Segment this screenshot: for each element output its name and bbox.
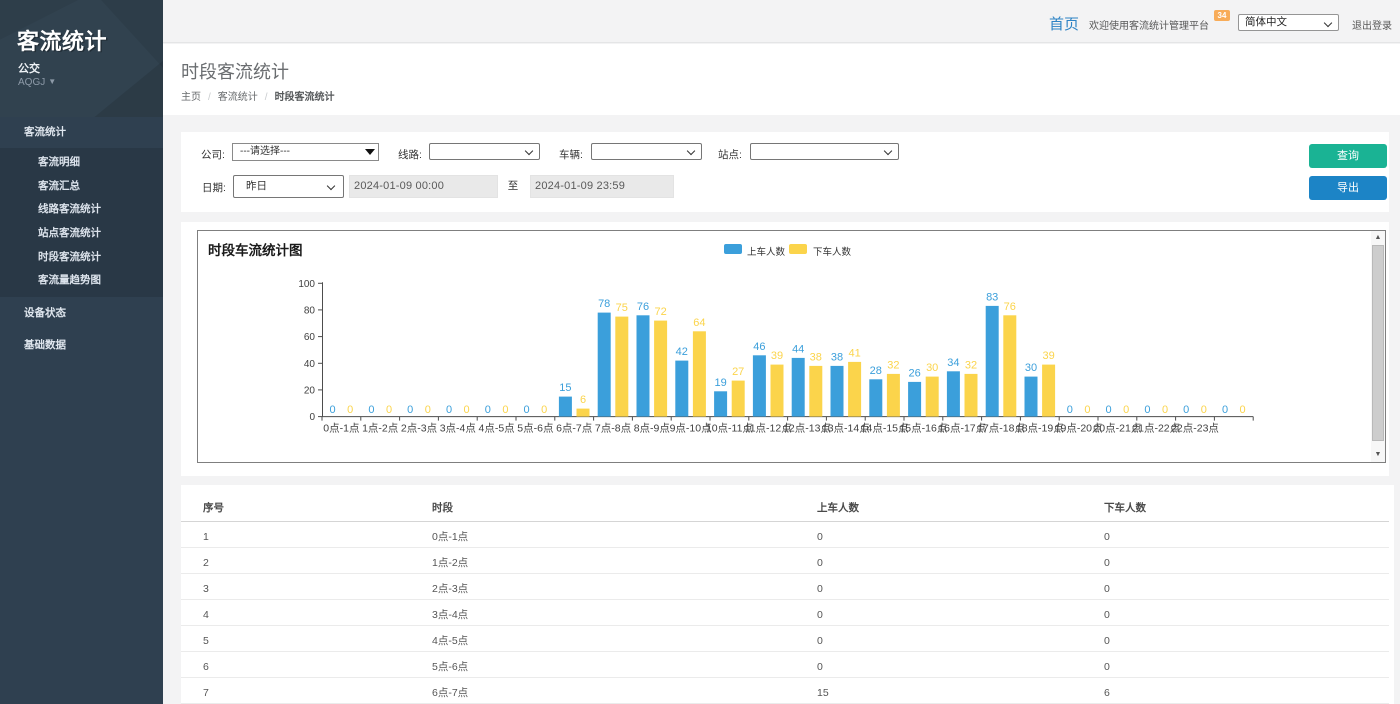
svg-text:26: 26 [908, 367, 920, 379]
svg-text:3点-4点: 3点-4点 [440, 423, 476, 435]
svg-text:30: 30 [1025, 362, 1037, 374]
svg-text:0: 0 [1084, 404, 1090, 416]
svg-text:38: 38 [810, 351, 822, 363]
svg-text:78: 78 [598, 298, 610, 310]
svg-text:0: 0 [1067, 404, 1073, 416]
svg-text:0: 0 [485, 404, 491, 416]
svg-text:1点-2点: 1点-2点 [362, 423, 398, 435]
svg-text:6: 6 [580, 394, 586, 406]
svg-text:2点-3点: 2点-3点 [401, 423, 437, 435]
svg-text:0: 0 [1106, 404, 1112, 416]
svg-text:19: 19 [714, 377, 726, 389]
svg-text:34: 34 [947, 357, 959, 369]
svg-text:0: 0 [386, 404, 392, 416]
svg-text:75: 75 [616, 302, 628, 314]
svg-text:39: 39 [771, 350, 783, 362]
svg-text:15: 15 [559, 382, 571, 394]
svg-text:76: 76 [637, 301, 649, 313]
svg-text:72: 72 [654, 306, 666, 318]
svg-text:0: 0 [1240, 404, 1246, 416]
svg-text:0: 0 [1123, 404, 1129, 416]
svg-text:20: 20 [304, 385, 316, 396]
svg-text:46: 46 [753, 341, 765, 353]
svg-text:0: 0 [446, 404, 452, 416]
svg-text:8点-9点: 8点-9点 [634, 423, 670, 435]
svg-text:32: 32 [887, 359, 899, 371]
svg-text:0: 0 [368, 404, 374, 416]
svg-text:0: 0 [1144, 404, 1150, 416]
svg-text:0: 0 [1222, 404, 1228, 416]
svg-text:22点-23点: 22点-23点 [1171, 423, 1219, 435]
svg-text:0: 0 [1183, 404, 1189, 416]
svg-text:30: 30 [926, 362, 938, 374]
svg-text:42: 42 [676, 346, 688, 358]
svg-text:38: 38 [831, 351, 843, 363]
svg-text:0: 0 [425, 404, 431, 416]
svg-text:0点-1点: 0点-1点 [323, 423, 359, 435]
svg-text:0: 0 [1162, 404, 1168, 416]
svg-text:100: 100 [298, 279, 315, 290]
svg-text:7点-8点: 7点-8点 [595, 423, 631, 435]
svg-text:41: 41 [848, 347, 860, 359]
svg-text:0: 0 [541, 404, 547, 416]
svg-text:76: 76 [1004, 301, 1016, 313]
svg-text:0: 0 [347, 404, 353, 416]
svg-text:40: 40 [304, 359, 316, 370]
svg-text:5点-6点: 5点-6点 [517, 423, 553, 435]
svg-text:28: 28 [870, 365, 882, 377]
svg-text:27: 27 [732, 366, 744, 378]
svg-text:44: 44 [792, 343, 804, 355]
svg-text:0: 0 [502, 404, 508, 416]
svg-text:6点-7点: 6点-7点 [556, 423, 592, 435]
svg-text:60: 60 [304, 332, 316, 343]
svg-text:64: 64 [693, 317, 705, 329]
svg-text:39: 39 [1042, 350, 1054, 362]
svg-text:0: 0 [407, 404, 413, 416]
svg-text:0: 0 [330, 404, 336, 416]
svg-text:32: 32 [965, 359, 977, 371]
svg-text:0: 0 [1201, 404, 1207, 416]
svg-text:0: 0 [309, 412, 315, 423]
svg-text:0: 0 [524, 404, 530, 416]
svg-text:80: 80 [304, 305, 316, 316]
svg-text:4点-5点: 4点-5点 [479, 423, 515, 435]
svg-text:83: 83 [986, 291, 998, 303]
svg-text:0: 0 [464, 404, 470, 416]
